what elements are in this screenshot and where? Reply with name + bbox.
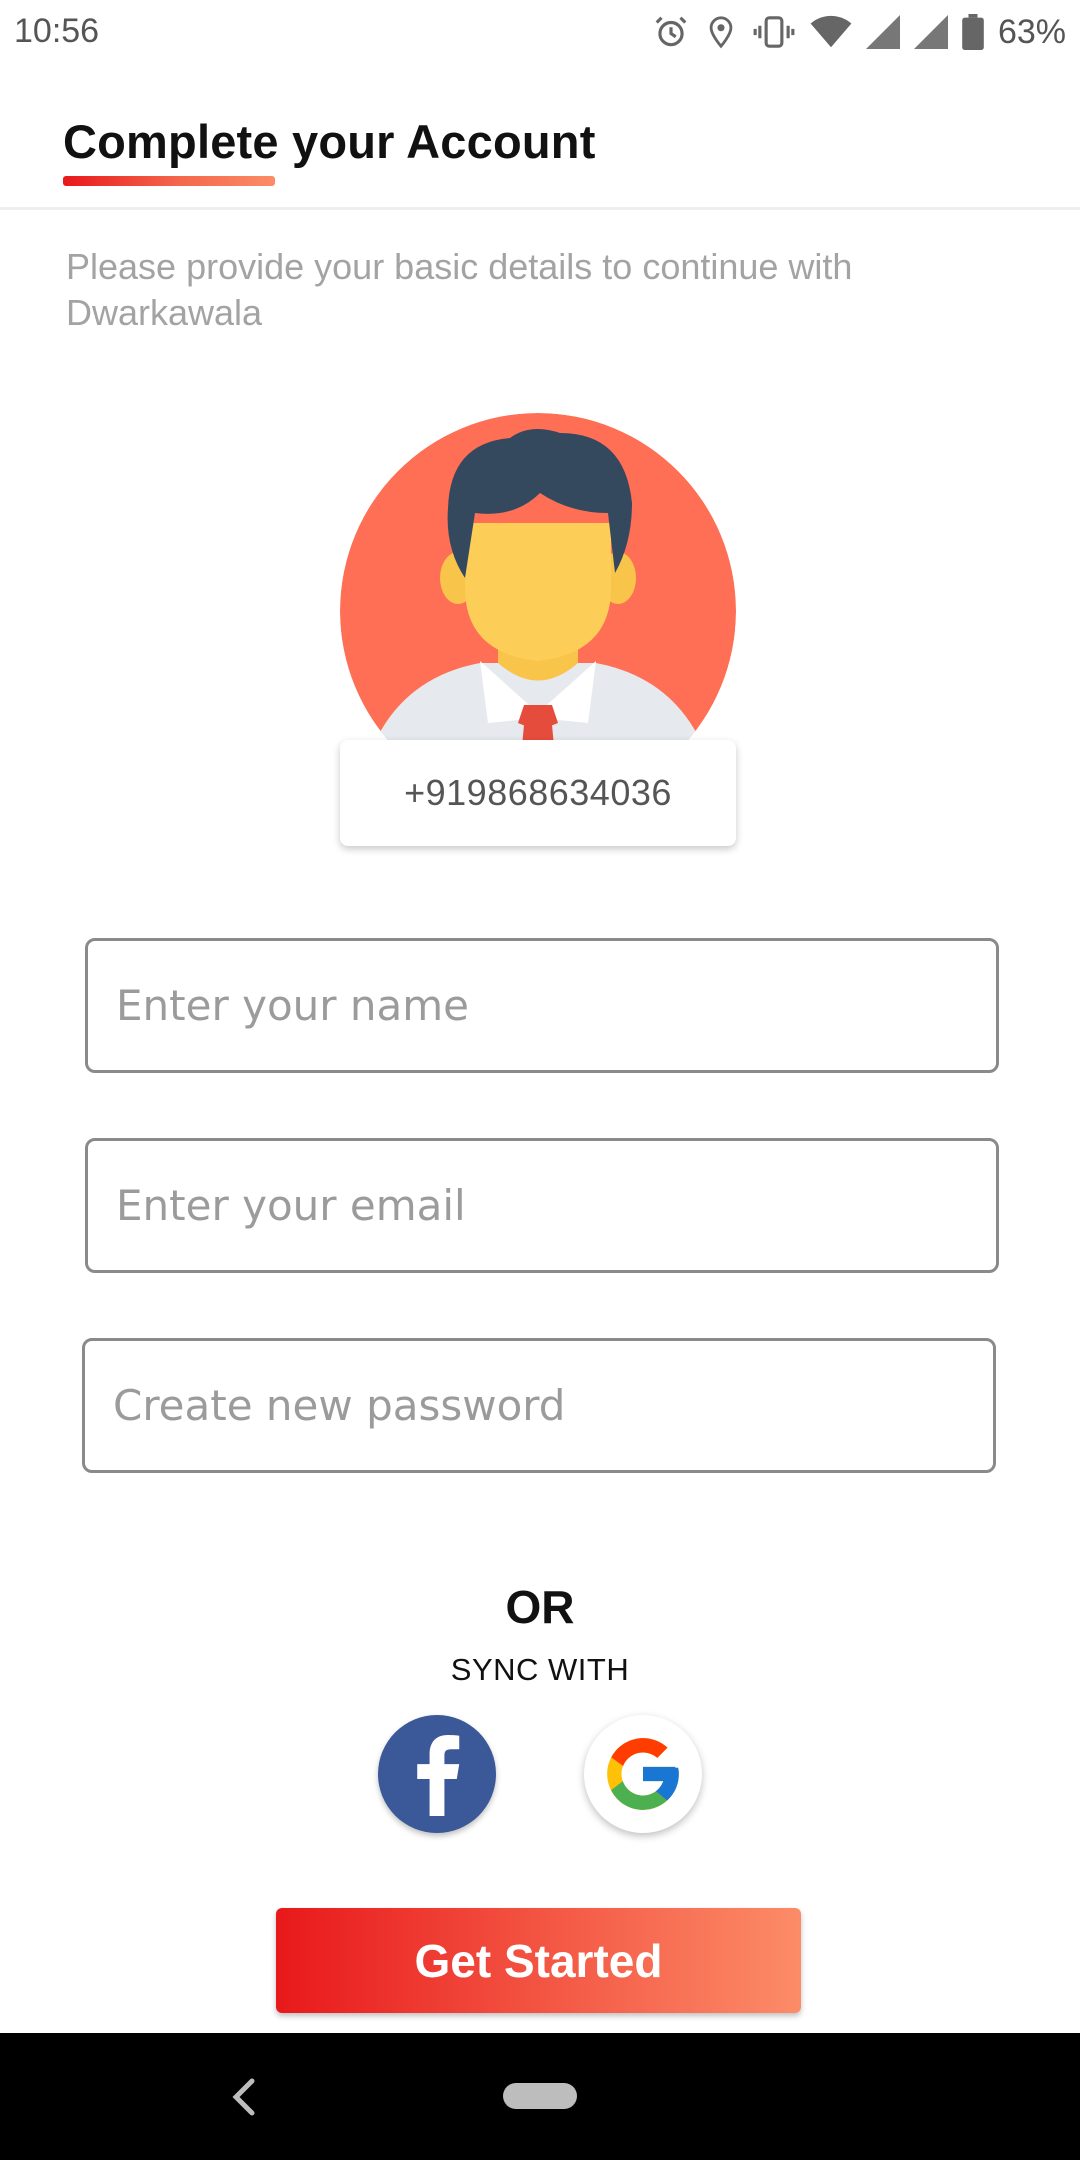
sync-with-label: SYNC WITH [450, 1652, 630, 1687]
status-bar: 10:56 63% [0, 0, 1080, 64]
title-underline [63, 176, 275, 186]
name-field[interactable] [85, 938, 999, 1073]
signal-icon [913, 15, 948, 49]
facebook-icon [417, 1734, 460, 1816]
name-input[interactable] [88, 941, 996, 1070]
battery-percentage: 63% [997, 12, 1066, 51]
email-input[interactable] [88, 1141, 996, 1270]
or-divider: OR [505, 1581, 575, 1633]
system-nav-bar [0, 2033, 1080, 2160]
page-title: Complete your Account [63, 115, 596, 168]
status-time: 10:56 [14, 12, 100, 50]
vibrate-icon [752, 13, 796, 51]
google-icon [607, 1738, 679, 1810]
status-icons: 63% [652, 8, 1080, 56]
phone-number: +919868634036 [404, 772, 672, 813]
alarm-icon [652, 13, 690, 51]
location-icon [704, 13, 738, 51]
battery-icon [962, 14, 984, 50]
home-pill-button[interactable] [503, 2083, 577, 2109]
page-subtitle: Please provide your basic details to con… [66, 246, 853, 333]
password-input[interactable] [85, 1341, 993, 1470]
phone-number-card: +919868634036 [340, 740, 736, 846]
google-sync-button[interactable] [584, 1715, 702, 1833]
email-field[interactable] [85, 1138, 999, 1273]
wifi-icon [810, 15, 852, 49]
facebook-sync-button[interactable] [378, 1715, 496, 1833]
back-icon[interactable] [222, 2073, 266, 2121]
get-started-button[interactable]: Get Started [276, 1908, 801, 2013]
signal-icon [865, 15, 900, 49]
password-field[interactable] [82, 1338, 996, 1473]
app-header: Complete your Account [0, 64, 1080, 210]
